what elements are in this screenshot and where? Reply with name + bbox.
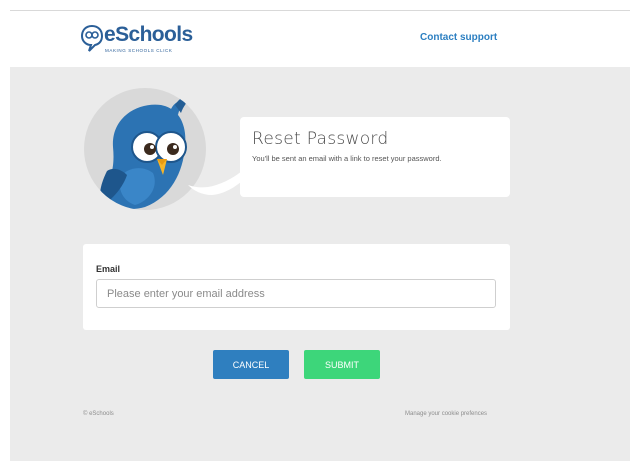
site-header: eSchools MAKING SCHOOLS CLICK Contact su…: [0, 11, 630, 67]
footer-copyright: © eSchools: [83, 411, 114, 417]
reset-instructions: You'll be sent an email with a link to r…: [252, 154, 442, 163]
logo-tagline: MAKING SCHOOLS CLICK: [105, 48, 173, 53]
contact-support-link[interactable]: Contact support: [420, 32, 497, 43]
eschools-logo[interactable]: eSchools MAKING SCHOOLS CLICK: [80, 23, 200, 59]
cookie-preferences-link[interactable]: Manage your cookie prefences: [405, 411, 487, 417]
logo-mark-icon: [80, 24, 104, 52]
page-title: Reset Password: [252, 129, 389, 149]
cancel-button[interactable]: CANCEL: [213, 350, 289, 379]
submit-button[interactable]: SUBMIT: [304, 350, 380, 379]
main-content: Reset Password You'll be sent an email w…: [10, 67, 630, 461]
logo-wordmark: eSchools: [104, 23, 193, 46]
reset-form-card: Email: [83, 244, 510, 330]
info-speech-bubble: Reset Password You'll be sent an email w…: [240, 117, 510, 197]
email-label: Email: [96, 264, 121, 274]
email-field[interactable]: [96, 279, 496, 308]
